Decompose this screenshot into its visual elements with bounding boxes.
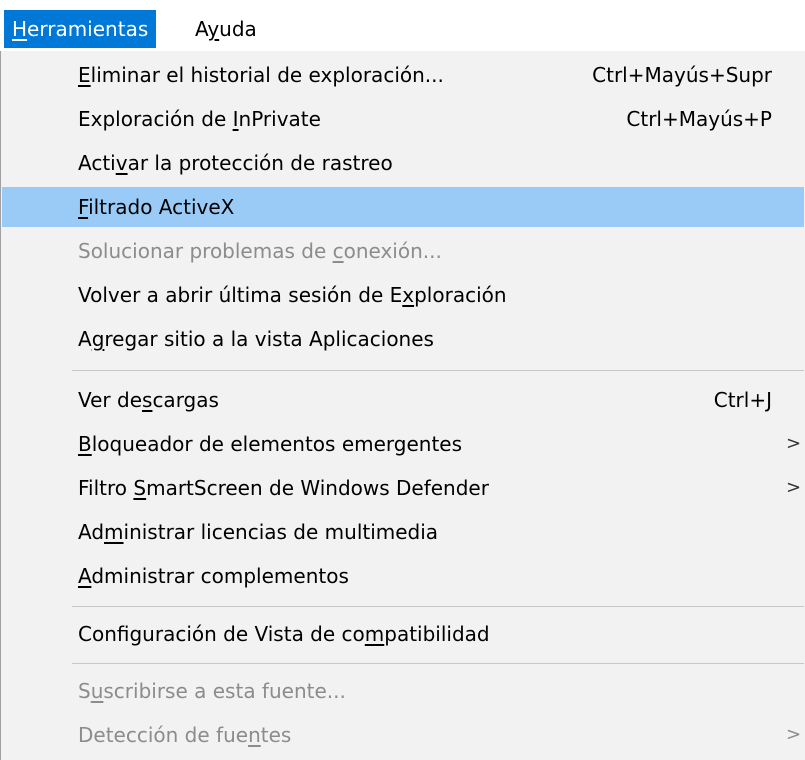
menu-item-label: Activar la protección de rastreo (78, 151, 393, 175)
menu-item-label: Exploración de InPrivate (78, 107, 321, 131)
menu-item-vista-compatibilidad[interactable]: Configuración de Vista de compatibilidad (2, 614, 804, 654)
menu-separator (72, 663, 804, 664)
menu-item-proteccion-rastreo[interactable]: Activar la protección de rastreo (2, 143, 804, 183)
menu-item-label: Solucionar problemas de conexión... (78, 239, 442, 263)
menu-ayuda-label: Ayuda (195, 17, 257, 41)
menu-item-label: Filtrado ActiveX (78, 195, 235, 219)
shortcut-label: Ctrl+Mayús+Supr (592, 63, 772, 87)
menu-item-label: Bloqueador de elementos emergentes (78, 432, 463, 456)
menu-item-filtrado-activex[interactable]: Filtrado ActiveX (2, 187, 804, 227)
menu-item-label: Detección de fuentes (78, 723, 292, 747)
menu-item-label: Ver descargas (78, 388, 219, 412)
menu-item-bloqueador-emergentes[interactable]: Bloqueador de elementos emergentes > (2, 424, 804, 464)
shortcut-label: Ctrl+Mayús+P (626, 107, 772, 131)
menu-separator (72, 370, 804, 371)
menu-item-administrar-complementos[interactable]: Administrar complementos (2, 556, 804, 596)
menu-item-label: Administrar complementos (78, 564, 349, 588)
menu-item-label: Administrar licencias de multimedia (78, 520, 439, 544)
menu-item-deteccion-fuentes: Detección de fuentes > (2, 715, 804, 755)
menu-separator (72, 606, 804, 607)
submenu-arrow-icon: > (786, 433, 802, 454)
menu-item-eliminar-historial[interactable]: Eliminar el historial de exploración... … (2, 55, 804, 95)
menu-item-solucionar-conexion: Solucionar problemas de conexión... (2, 231, 804, 271)
shortcut-label: Ctrl+J (713, 388, 772, 412)
menu-herramientas[interactable]: Herramientas (4, 10, 157, 48)
menu-item-label: Filtro SmartScreen de Windows Defender (78, 476, 489, 500)
menu-item-reabrir-sesion[interactable]: Volver a abrir última sesión de Explorac… (2, 275, 804, 315)
menu-item-inprivate[interactable]: Exploración de InPrivate Ctrl+Mayús+P (2, 99, 804, 139)
menu-item-licencias-multimedia[interactable]: Administrar licencias de multimedia (2, 512, 804, 552)
herramientas-dropdown-menu: Eliminar el historial de exploración... … (0, 51, 805, 760)
menu-item-ver-descargas[interactable]: Ver descargas Ctrl+J (2, 380, 804, 420)
menu-item-agregar-sitio-aplicaciones[interactable]: Agregar sitio a la vista Aplicaciones (2, 319, 804, 359)
menu-herramientas-label: Herramientas (12, 17, 149, 41)
submenu-arrow-icon: > (786, 477, 802, 498)
menu-item-label: Configuración de Vista de compatibilidad (78, 622, 490, 646)
menu-item-label: Suscribirse a esta fuente... (78, 679, 346, 703)
menu-ayuda[interactable]: Ayuda (187, 10, 265, 48)
menu-item-label: Eliminar el historial de exploración... (78, 63, 444, 87)
menu-item-suscribirse-fuente: Suscribirse a esta fuente... (2, 671, 804, 711)
menu-item-label: Volver a abrir última sesión de Explorac… (78, 283, 507, 307)
submenu-arrow-icon: > (786, 724, 802, 745)
menu-item-filtro-smartscreen[interactable]: Filtro SmartScreen de Windows Defender > (2, 468, 804, 508)
menu-item-label: Agregar sitio a la vista Aplicaciones (78, 327, 434, 351)
menu-bar: Herramientas Ayuda (0, 0, 805, 52)
